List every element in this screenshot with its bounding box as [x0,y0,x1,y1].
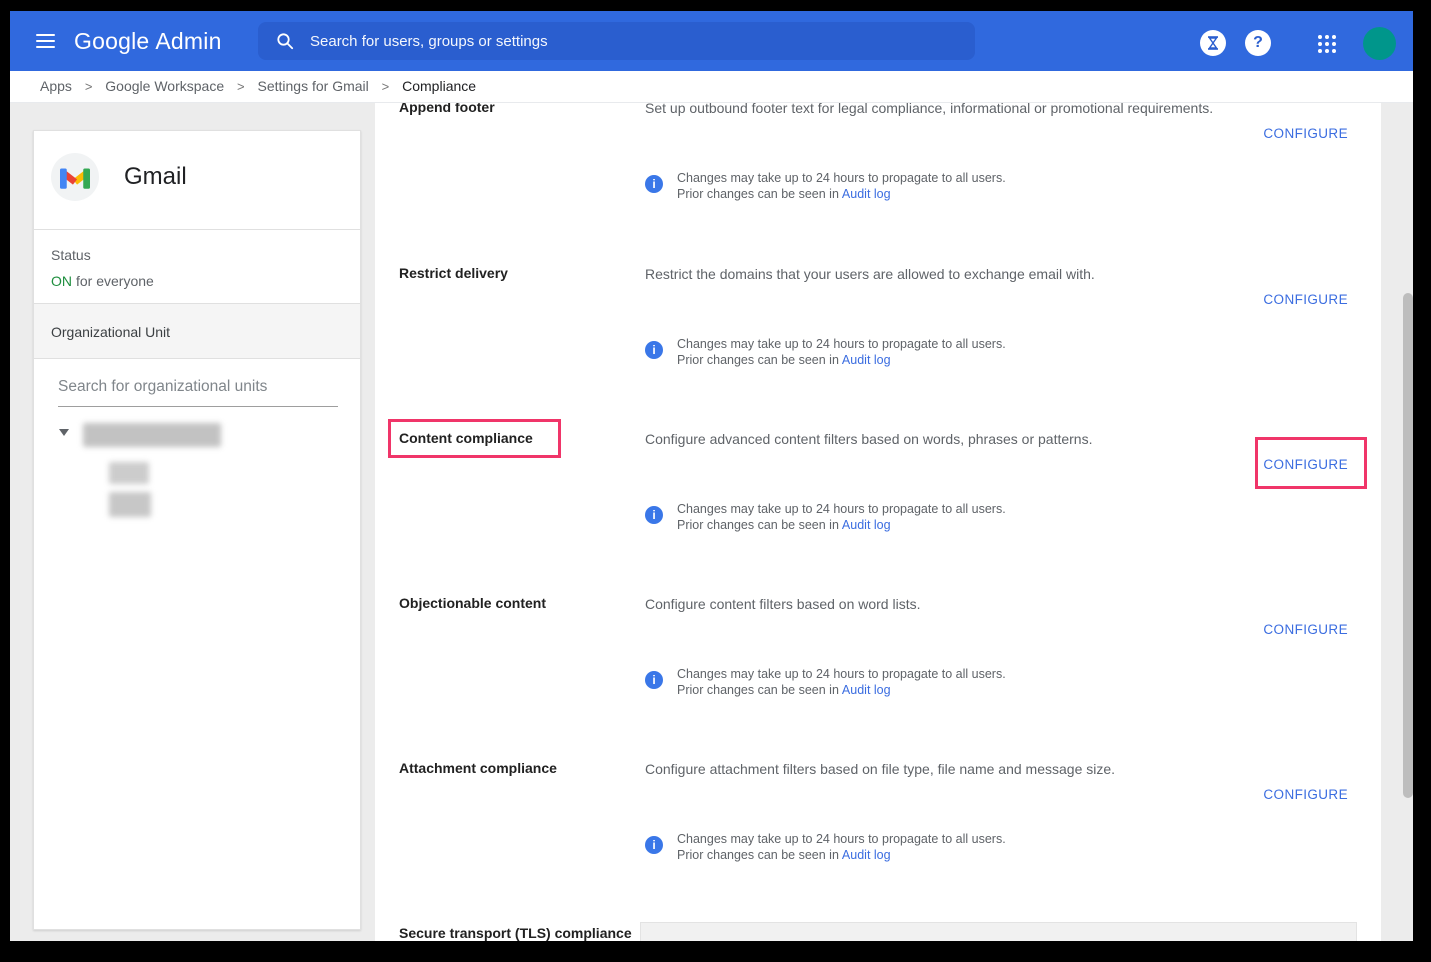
setting-row-objectionable-content: Objectionable content Configure content … [375,595,1381,755]
setting-description: Configure content filters based on word … [645,596,1345,612]
setting-description: Configure attachment filters based on fi… [645,761,1345,777]
setting-label: Restrict delivery [399,265,634,282]
logo-admin-text: Admin [155,28,221,54]
expand-arrow-icon[interactable] [59,429,69,436]
org-unit-search-input[interactable] [58,374,338,407]
setting-row-secure-transport: Secure transport (TLS) compliance [375,925,1381,941]
info-icon: i [645,836,663,854]
scrollbar-thumb[interactable] [1403,293,1413,798]
info-line1: Changes may take up to 24 hours to propa… [677,337,1277,351]
settings-list: Append footer Set up outbound footer tex… [375,103,1381,941]
info-line2-text: Prior changes can be seen in [677,187,839,201]
breadcrumb-separator: > [237,79,245,94]
setting-panel-placeholder[interactable] [640,922,1357,941]
setting-row-append-footer: Append footer Set up outbound footer tex… [375,103,1381,259]
menu-icon[interactable] [36,32,56,50]
setting-row-restrict-delivery: Restrict delivery Restrict the domains t… [375,265,1381,425]
redacted-org-child[interactable] [109,462,149,484]
status-label: Status [51,247,91,263]
divider [34,229,360,230]
status-scope-text: for everyone [76,273,154,289]
info-line1: Changes may take up to 24 hours to propa… [677,502,1277,516]
help-icon[interactable]: ? [1245,30,1271,56]
logo-google-text: Google [74,28,149,54]
info-line2-text: Prior changes can be seen in [677,848,839,862]
info-line2: Prior changes can be seen inAudit log [677,518,1277,532]
configure-button[interactable]: CONFIGURE [1263,292,1348,307]
info-icon: i [645,175,663,193]
configure-button[interactable]: CONFIGURE [1263,457,1348,472]
breadcrumb-separator: > [85,79,93,94]
breadcrumb-google-workspace[interactable]: Google Workspace [105,78,224,94]
setting-description: Set up outbound footer text for legal co… [645,103,1345,116]
info-line2-text: Prior changes can be seen in [677,353,839,367]
audit-log-link[interactable]: Audit log [842,848,891,862]
info-line2-text: Prior changes can be seen in [677,518,839,532]
info-line2: Prior changes can be seen inAudit log [677,187,1277,201]
google-admin-logo: GoogleAdmin [74,11,222,71]
audit-log-link[interactable]: Audit log [842,683,891,697]
breadcrumb-separator: > [382,79,390,94]
org-unit-section-header: Organizational Unit [34,303,360,359]
setting-row-attachment-compliance: Attachment compliance Configure attachme… [375,760,1381,920]
info-line2: Prior changes can be seen inAudit log [677,848,1277,862]
service-title: Gmail [124,163,187,191]
hourglass-icon[interactable] [1200,30,1226,56]
info-icon: i [645,671,663,689]
admin-search-box[interactable] [258,22,975,60]
redacted-org-root[interactable] [83,423,221,447]
info-line2: Prior changes can be seen inAudit log [677,353,1277,367]
account-avatar[interactable] [1363,27,1396,60]
breadcrumb-settings-for-gmail[interactable]: Settings for Gmail [257,78,368,94]
setting-description: Configure advanced content filters based… [645,431,1345,447]
screenshot-frame: GoogleAdmin ? [0,0,1431,962]
setting-label: Append footer [399,103,634,116]
info-icon: i [645,506,663,524]
breadcrumb: Apps > Google Workspace > Settings for G… [10,71,1413,103]
info-line1: Changes may take up to 24 hours to propa… [677,667,1277,681]
setting-label: Objectionable content [399,595,634,612]
search-icon [276,32,294,50]
setting-row-content-compliance: Content compliance Configure advanced co… [375,430,1381,590]
org-unit-header-label: Organizational Unit [51,324,170,340]
app-bar: GoogleAdmin ? [10,11,1413,71]
info-line2: Prior changes can be seen inAudit log [677,683,1277,697]
redacted-org-child[interactable] [109,492,151,517]
audit-log-link[interactable]: Audit log [842,518,891,532]
configure-button[interactable]: CONFIGURE [1263,622,1348,637]
info-icon: i [645,341,663,359]
audit-log-link[interactable]: Audit log [842,353,891,367]
scrollbar-track[interactable] [1381,103,1413,941]
breadcrumb-current-compliance: Compliance [402,78,476,94]
configure-button[interactable]: CONFIGURE [1263,126,1348,141]
browser-viewport: GoogleAdmin ? [10,11,1413,941]
info-line2-text: Prior changes can be seen in [677,683,839,697]
status-value-line: ONfor everyone [51,273,154,289]
info-line1: Changes may take up to 24 hours to propa… [677,171,1277,185]
page-body: Gmail Status ONfor everyone Organization… [10,103,1413,941]
configure-button[interactable]: CONFIGURE [1263,787,1348,802]
audit-log-link[interactable]: Audit log [842,187,891,201]
breadcrumb-apps[interactable]: Apps [40,78,72,94]
gmail-service-card: Gmail Status ONfor everyone Organization… [33,130,361,930]
setting-label: Content compliance [399,430,634,447]
info-line1: Changes may take up to 24 hours to propa… [677,832,1277,846]
apps-grid-icon[interactable] [1317,34,1337,54]
setting-label: Attachment compliance [399,760,634,777]
status-on-badge: ON [51,273,72,289]
setting-description: Restrict the domains that your users are… [645,266,1345,282]
org-unit-search[interactable] [58,374,338,407]
setting-label: Secure transport (TLS) compliance [399,925,634,941]
gmail-logo-icon [51,153,99,201]
search-input[interactable] [310,22,950,60]
